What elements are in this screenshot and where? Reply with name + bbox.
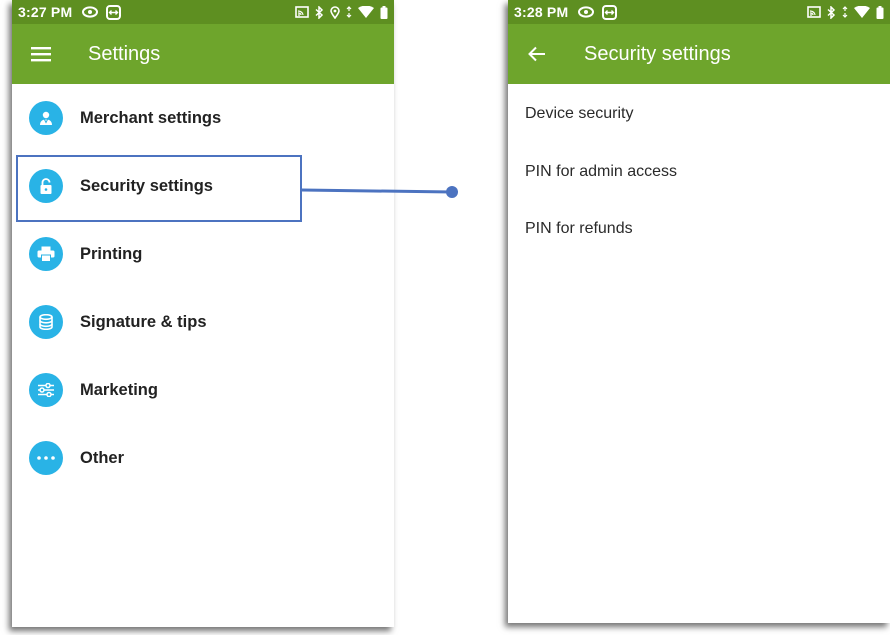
page-title: Security settings [584,42,731,65]
unlock-icon [29,169,63,203]
app-bar: Security settings [508,24,890,84]
cast-icon [295,6,309,18]
wifi-icon [358,6,374,18]
coins-icon [29,305,63,339]
more-dots-icon [29,441,63,475]
menu-item-label: Other [80,448,125,467]
menu-item-signature-tips[interactable]: Signature & tips [12,288,394,356]
menu-item-security-settings[interactable]: Security settings [12,152,394,220]
settings-screen: 3:27 PM Settings Merchant settings Secur… [12,0,394,627]
menu-item-label: Marketing [80,380,158,399]
menu-item-merchant-settings[interactable]: Merchant settings [12,84,394,152]
menu-item-label: Security settings [80,176,213,195]
status-bar: 3:27 PM [12,0,394,24]
app-notification-icon [602,4,618,20]
status-time: 3:27 PM [18,4,73,20]
app-notification-icon [106,4,122,20]
list-item-device-security[interactable]: Device security [508,84,890,143]
status-time: 3:28 PM [514,4,569,20]
eye-icon [82,6,99,18]
bluetooth-icon [315,5,324,19]
battery-icon [876,5,884,19]
back-arrow-icon[interactable] [508,46,566,62]
eye-icon [578,6,595,18]
menu-item-printing[interactable]: Printing [12,220,394,288]
settings-menu: Merchant settings Security settings Prin… [12,84,394,492]
app-bar: Settings [12,24,394,84]
menu-item-label: Signature & tips [80,312,207,331]
list-item-pin-refunds[interactable]: PIN for refunds [508,200,890,257]
page-title: Settings [88,42,161,65]
status-bar: 3:28 PM [508,0,890,24]
security-settings-list: Device security PIN for admin access PIN… [508,84,890,257]
printer-icon [29,237,63,271]
data-transfer-icon [842,6,848,18]
menu-item-marketing[interactable]: Marketing [12,356,394,424]
battery-icon [380,5,388,19]
hamburger-menu-icon[interactable] [12,46,70,62]
cast-icon [807,6,821,18]
sliders-icon [29,373,63,407]
list-item-pin-admin-access[interactable]: PIN for admin access [508,143,890,200]
location-icon [330,5,340,19]
bluetooth-icon [827,5,836,19]
menu-item-other[interactable]: Other [12,424,394,492]
menu-item-label: Merchant settings [80,108,222,127]
data-transfer-icon [346,6,352,18]
wifi-icon [854,6,870,18]
merchant-person-icon [29,101,63,135]
menu-item-label: Printing [80,244,143,263]
security-settings-screen: 3:28 PM Security settings Device securit… [508,0,890,623]
